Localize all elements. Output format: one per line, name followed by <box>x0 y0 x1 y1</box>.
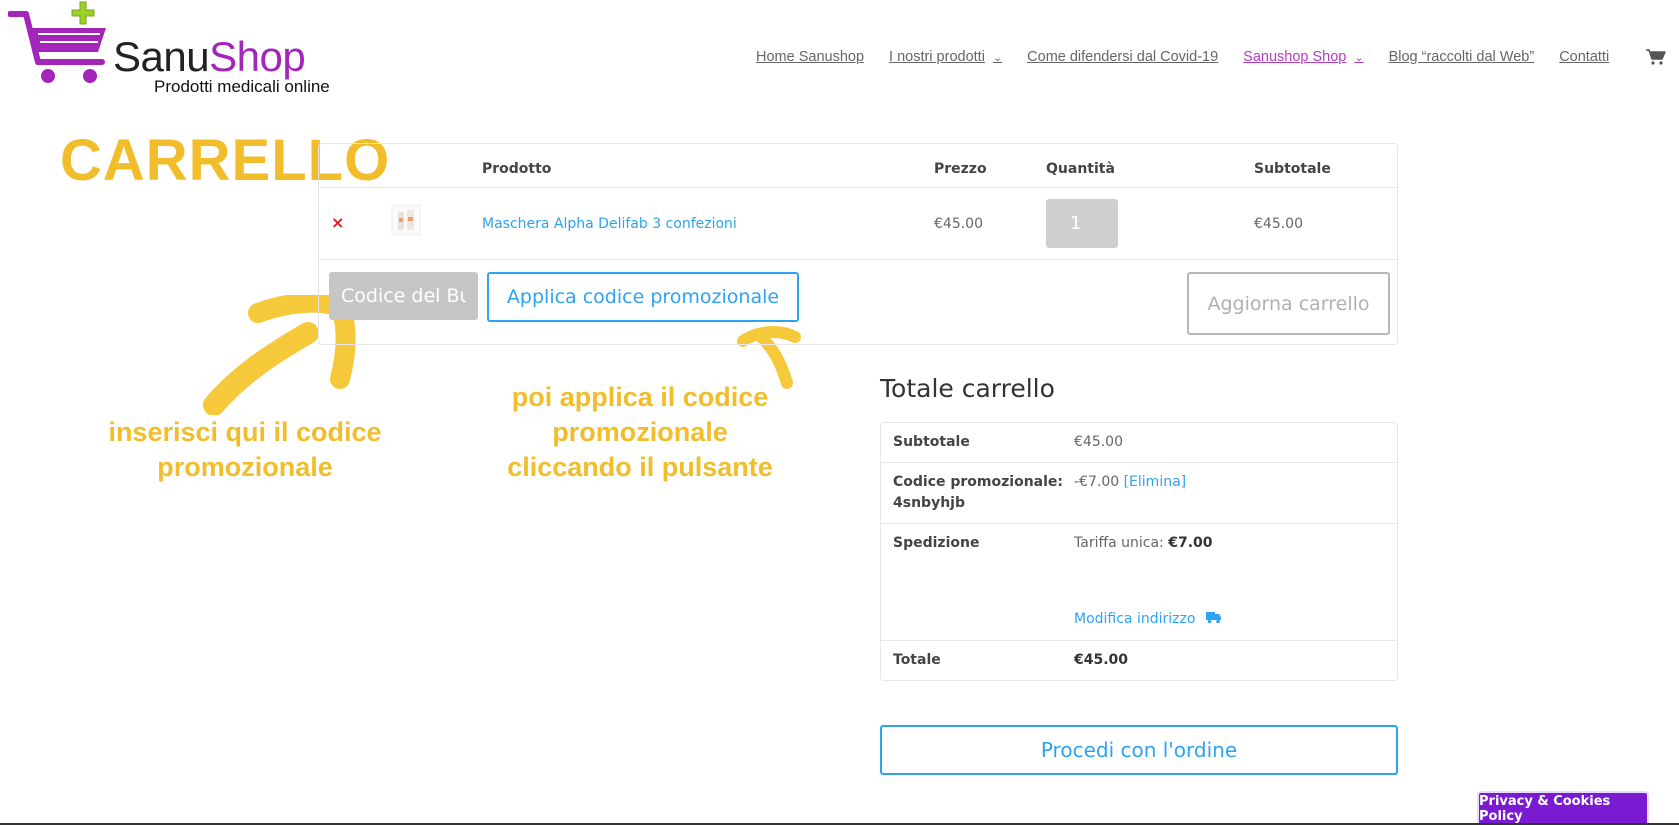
cart-icon[interactable] <box>1646 49 1666 65</box>
product-link[interactable]: Maschera Alpha Delifab 3 confezioni <box>482 216 737 232</box>
nav-products[interactable]: I nostri prodotti ⌄ <box>889 49 1002 65</box>
change-address-link[interactable]: Modifica indirizzo <box>1074 609 1222 630</box>
site-logo[interactable]: SanuShop Prodotti medicali online <box>8 0 338 100</box>
logo-tagline: Prodotti medicali online <box>154 77 330 96</box>
shipping-label: Spedizione <box>893 535 980 551</box>
annotation-apply-code: poi applica il codice promozionale clicc… <box>507 382 773 482</box>
nav-covid[interactable]: Come difendersi dal Covid-19 <box>1027 49 1218 65</box>
coupon-code-input[interactable] <box>329 272 478 320</box>
coupon-label: Codice promozionale: 4snbyhjb <box>893 472 1063 514</box>
divider <box>881 462 1397 463</box>
product-thumbnail[interactable] <box>391 204 421 236</box>
remove-coupon-link[interactable]: [Elimina] <box>1124 474 1187 490</box>
cart-totals-table: Subtotale €45.00 Codice promozionale: 4s… <box>880 422 1398 681</box>
proceed-checkout-button[interactable]: Procedi con l'ordine <box>880 725 1398 775</box>
nav-home[interactable]: Home Sanushop <box>756 49 864 65</box>
shipping-rate: Tariffa unica: €7.00 <box>1074 535 1213 551</box>
item-price: €45.00 <box>934 216 983 232</box>
quantity-input[interactable] <box>1046 199 1118 248</box>
total-label: Totale <box>893 652 941 668</box>
cart-table: Prodotto Prezzo Quantità Subtotale × Mas… <box>318 143 1398 345</box>
nav-blog[interactable]: Blog “raccolti dal Web” <box>1389 49 1535 65</box>
divider <box>881 640 1397 641</box>
chevron-down-icon: ⌄ <box>992 51 1003 64</box>
cart-logo-icon <box>8 1 106 83</box>
privacy-policy-button[interactable]: Privacy & Cookies Policy <box>1477 791 1649 825</box>
header-product: Prodotto <box>482 161 552 177</box>
coupon-code: 4snbyhjb <box>893 495 965 511</box>
divider <box>881 523 1397 524</box>
update-cart-button[interactable]: Aggiorna carrello <box>1187 272 1390 335</box>
header-price: Prezzo <box>934 161 987 177</box>
remove-icon[interactable]: × <box>331 213 344 232</box>
shipping-rate-value: €7.00 <box>1168 535 1213 551</box>
header-quantity: Quantità <box>1046 161 1115 177</box>
nav-shop[interactable]: Sanushop Shop ⌄ <box>1243 49 1363 65</box>
coupon-discount: -€7.00 <box>1074 474 1120 490</box>
truck-icon <box>1205 612 1221 624</box>
cart-totals-title: Totale carrello <box>880 374 1055 403</box>
main-nav: Home Sanushop I nostri prodotti ⌄ Come di… <box>756 46 1634 68</box>
annotation-insert-code: inserisci qui il codice promozionale <box>108 417 382 482</box>
divider <box>319 187 1397 188</box>
nav-contacts[interactable]: Contatti <box>1559 49 1609 65</box>
subtotal-value: €45.00 <box>1074 434 1123 450</box>
header-subtotal: Subtotale <box>1254 161 1331 177</box>
apply-coupon-button[interactable]: Applica codice promozionale <box>487 272 799 322</box>
subtotal-label: Subtotale <box>893 434 970 450</box>
item-subtotal: €45.00 <box>1254 216 1303 232</box>
logo-wordmark: SanuShop <box>113 33 306 80</box>
total-value: €45.00 <box>1074 652 1129 668</box>
chevron-down-icon: ⌄ <box>1354 51 1364 64</box>
coupon-value: -€7.00 [Elimina] <box>1074 472 1186 493</box>
divider <box>319 259 1397 260</box>
